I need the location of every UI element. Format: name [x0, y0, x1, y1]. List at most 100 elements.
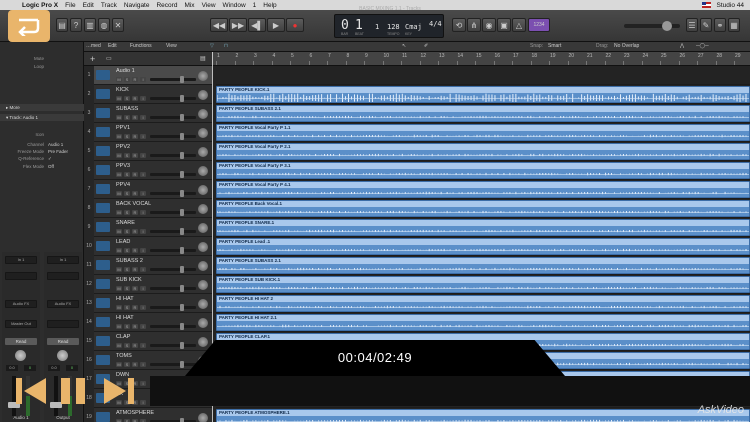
track-audio-icon[interactable] [96, 317, 110, 327]
automation-mode[interactable]: Read [5, 338, 37, 345]
track-header[interactable]: 19 ATMOSPHERE M S R I [84, 408, 212, 422]
record-enable-button[interactable]: R [132, 134, 138, 139]
browser-button[interactable]: ▦ [728, 18, 740, 32]
status-label[interactable]: Studio 44 [717, 2, 744, 9]
audio-region[interactable]: PARTY PEOPLE Vocal Party P 4.1 [216, 181, 750, 198]
track-volume-slider[interactable] [150, 76, 196, 83]
track-header[interactable]: 9 SNARE M S R I [84, 218, 212, 237]
track-pan-knob[interactable] [198, 337, 208, 347]
record-enable-button[interactable]: R [132, 229, 138, 234]
track-name[interactable]: SNARE [116, 220, 135, 226]
input-monitor-button[interactable]: I [140, 381, 146, 386]
track-name[interactable]: BACK VOCAL [116, 201, 151, 207]
track-name[interactable]: SUBASS [116, 106, 138, 112]
track-lane[interactable]: PARTY PEOPLE SUBASS 2.1 [216, 256, 750, 275]
mute-button[interactable]: M [116, 115, 122, 120]
input-monitor-button[interactable]: I [140, 248, 146, 253]
track-volume-slider[interactable] [150, 380, 196, 387]
track-volume-slider[interactable] [150, 171, 196, 178]
track-lane[interactable]: PARTY PEOPLE Vocal Party P 1.1 [216, 123, 750, 142]
output-slot[interactable]: Audio FX [5, 300, 37, 308]
track-pan-knob[interactable] [198, 128, 208, 138]
record-enable-button[interactable]: R [132, 96, 138, 101]
track-volume-slider[interactable] [150, 209, 196, 216]
track-header[interactable]: 12 SUB KICK M S R I [84, 275, 212, 294]
track-lane[interactable] [216, 389, 750, 408]
track-name[interactable]: SUBASS 2 [116, 258, 143, 264]
solo-button[interactable]: S [124, 248, 130, 253]
track-name[interactable]: PPV1 [116, 125, 130, 131]
track-lane[interactable]: PARTY PEOPLE HI HAT 2.1 [216, 313, 750, 332]
previous-button[interactable] [14, 376, 48, 406]
track-header[interactable]: 1 Audio 1 MSRI [84, 66, 212, 85]
track-header[interactable]: 3 SUBASS M S R I [84, 104, 212, 123]
input-monitor-button[interactable]: I [140, 362, 146, 367]
solo-button[interactable]: S [124, 115, 130, 120]
track-lane[interactable]: PARTY PEOPLE Vocal Party P 4.1 [216, 180, 750, 199]
mixer-button[interactable]: ✕ [112, 18, 124, 32]
solo-button[interactable]: S [124, 305, 130, 310]
track-name[interactable]: SUB KICK [116, 277, 142, 283]
zoom-slider-icon[interactable]: ─◯─ [696, 43, 709, 49]
record-enable-button[interactable]: R [132, 324, 138, 329]
input-slot[interactable]: In 1 [47, 256, 79, 264]
mute-button[interactable]: M [116, 248, 122, 253]
track-volume-slider[interactable] [150, 133, 196, 140]
library-button[interactable]: ▤ [56, 18, 68, 32]
track-lane[interactable]: PARTY PEOPLE Lead .1 [216, 237, 750, 256]
track-volume-slider[interactable] [150, 247, 196, 254]
pencil-tool-icon[interactable]: ✐ [424, 43, 428, 49]
track-audio-icon[interactable] [96, 241, 110, 251]
drag-select[interactable]: No Overlap [614, 43, 639, 49]
track-audio-icon[interactable] [96, 260, 110, 270]
solo-button[interactable]: S [124, 191, 130, 196]
audio-region[interactable]: PARTY PEOPLE Vocal Party P 1.1 [216, 124, 750, 141]
track-pan-knob[interactable] [198, 242, 208, 252]
input-slot[interactable]: In 1 [5, 256, 37, 264]
track-audio-icon[interactable] [96, 222, 110, 232]
input-monitor-button[interactable]: I [140, 77, 146, 82]
inspector-row[interactable]: Q-Reference ✓ [0, 156, 84, 162]
track-pan-knob[interactable] [198, 147, 208, 157]
track-pan-knob[interactable] [198, 223, 208, 233]
track-volume-slider[interactable] [150, 190, 196, 197]
menu-item[interactable]: Edit [83, 2, 94, 9]
solo-button[interactable]: S [124, 153, 130, 158]
tuner-button[interactable]: ⋔ [467, 18, 481, 32]
record-button[interactable]: ● [286, 18, 304, 32]
playhead[interactable] [212, 52, 213, 422]
functions-menu[interactable]: Functions [130, 43, 152, 49]
mute-button[interactable]: M [116, 172, 122, 177]
track-lane[interactable]: PARTY PEOPLE Back Vocal.1 [216, 199, 750, 218]
track-lane[interactable]: PARTY PEOPLE KICK.1 [216, 85, 750, 104]
menu-item[interactable]: Navigate [124, 2, 150, 9]
track-audio-icon[interactable] [96, 203, 110, 213]
track-volume-slider[interactable] [150, 323, 196, 330]
catch-icon[interactable]: ▽ [210, 43, 214, 49]
output-route[interactable] [47, 320, 79, 328]
track-name[interactable]: HI HAT [116, 315, 134, 321]
record-enable-button[interactable]: R [132, 286, 138, 291]
solo-button[interactable]: S [124, 362, 130, 367]
track-lane[interactable]: PARTY PEOPLE ATMOSPHERE.1 [216, 408, 750, 422]
inspector-region-header[interactable]: ▸ More [0, 104, 84, 111]
output-slot[interactable]: Audio FX [47, 300, 79, 308]
view-menu[interactable]: View [166, 43, 177, 49]
track-audio-icon[interactable] [96, 127, 110, 137]
waveform-zoom-icon[interactable]: ⋀ [680, 43, 684, 49]
back-button[interactable] [8, 10, 50, 42]
track-pan-knob[interactable] [198, 204, 208, 214]
solo-button[interactable]: S [124, 77, 130, 82]
mute-button[interactable]: M [116, 153, 122, 158]
track-pan-knob[interactable] [198, 166, 208, 176]
audio-region[interactable]: PARTY PEOPLE SUBASS 2.1 [216, 257, 750, 274]
track-header[interactable]: 6 PPV3 M S R I [84, 161, 212, 180]
folder-icon[interactable]: ▭ [106, 55, 112, 62]
audio-region[interactable]: PARTY PEOPLE Back Vocal.1 [216, 200, 750, 217]
mute-button[interactable]: M [116, 343, 122, 348]
input-monitor-button[interactable]: I [140, 115, 146, 120]
track-lane[interactable]: PARTY PEOPLE STEMS 8081S 10-AGRE.1 [216, 370, 750, 389]
track-audio-icon[interactable] [96, 70, 110, 80]
track-volume-slider[interactable] [150, 152, 196, 159]
edit-menu[interactable]: Edit [108, 43, 117, 49]
